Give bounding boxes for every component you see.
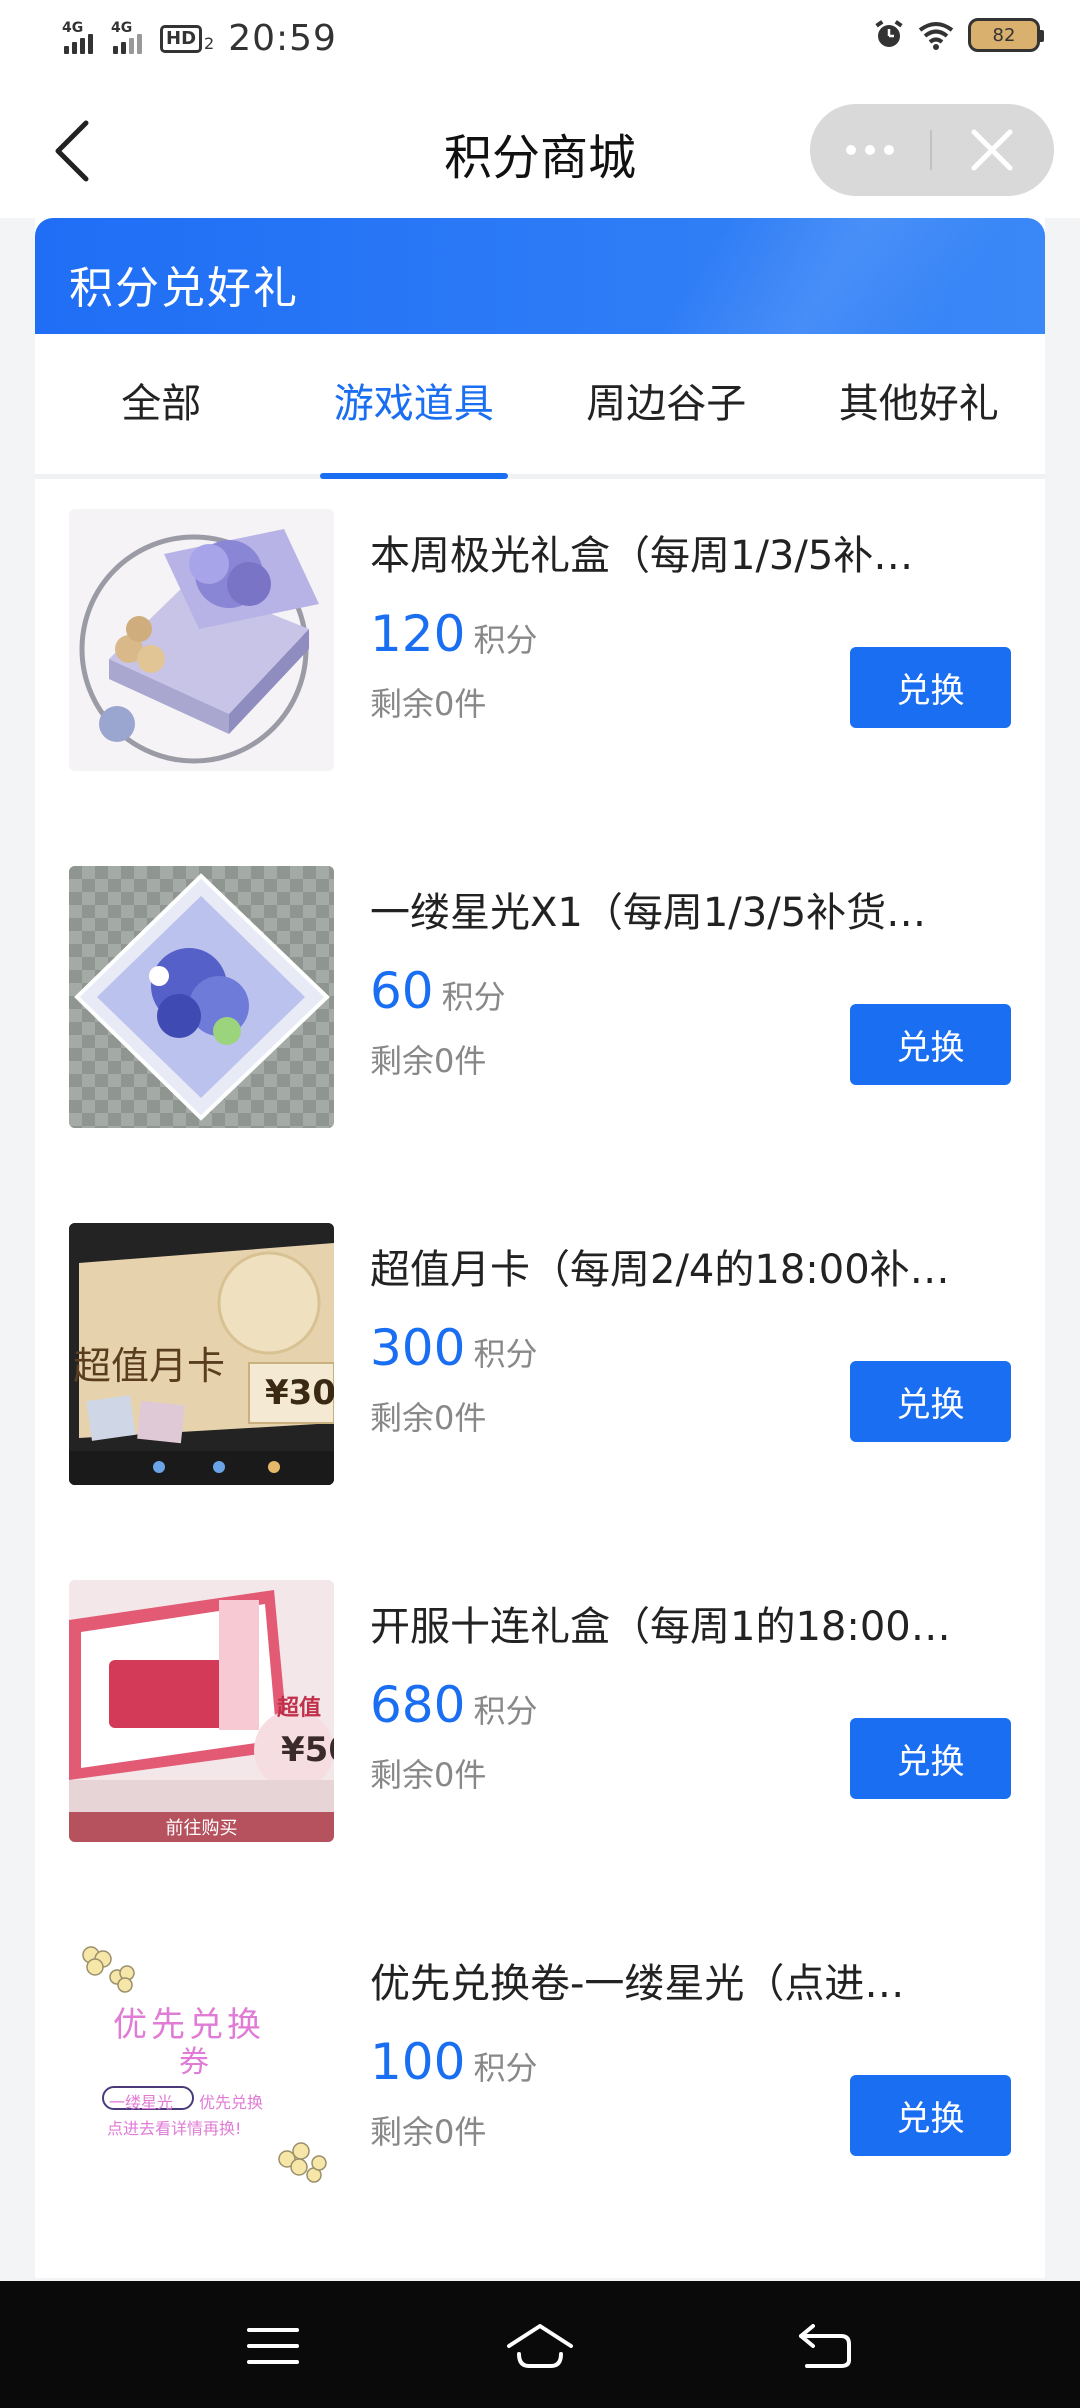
status-right: 82	[874, 18, 1044, 52]
product-image: 超值月卡 ¥30	[69, 1223, 334, 1485]
redeem-button[interactable]: 兑换	[850, 1004, 1011, 1085]
product-title: 超值月卡（每周2/4的18:00补…	[370, 1247, 950, 1293]
product-image	[69, 509, 334, 771]
status-bar: 4G 4G HD 2 20:59 82	[0, 0, 1080, 84]
battery-level: 82	[992, 24, 1016, 46]
close-icon	[971, 129, 1013, 171]
back-nav-button[interactable]	[790, 2311, 860, 2381]
product-title: 一缕星光X1（每周1/3/5补货…	[370, 890, 927, 936]
tab-label: 全部	[121, 381, 202, 427]
tab-all[interactable]: 全部	[35, 334, 288, 474]
voucher-line-1: 优先兑换	[199, 2093, 264, 2112]
tab-other-gifts[interactable]: 其他好礼	[793, 334, 1046, 474]
voucher-line-2: 点进去看详情再换!	[107, 2119, 242, 2138]
stock-text: 剩余0件	[370, 2113, 487, 2151]
signal-icon: 4G	[111, 20, 142, 54]
product-price: 100 积分	[370, 2033, 537, 2091]
tab-merch[interactable]: 周边谷子	[540, 334, 793, 474]
wifi-icon	[918, 22, 954, 50]
home-icon	[507, 2324, 573, 2368]
product-title: 本周极光礼盒（每周1/3/5补…	[370, 533, 914, 579]
monthly-card-label: 超值月卡	[73, 1344, 226, 1388]
price-value: 60	[370, 962, 434, 1020]
category-tabs: 全部 游戏道具 周边谷子 其他好礼	[35, 334, 1045, 479]
product-item[interactable]: 本周极光礼盒（每周1/3/5补… 120 积分 剩余0件 兑换	[35, 479, 1045, 836]
banner-title: 积分兑好礼	[69, 263, 299, 314]
tab-game-items[interactable]: 游戏道具	[288, 334, 541, 479]
gift-box-tag: 超值	[277, 1696, 322, 1721]
product-title: 开服十连礼盒（每周1的18:00…	[370, 1604, 951, 1650]
redeem-button[interactable]: 兑换	[850, 1361, 1011, 1442]
product-item[interactable]: 一缕星光X1（每周1/3/5补货… 60 积分 剩余0件 兑换	[35, 836, 1045, 1193]
price-unit: 积分	[441, 978, 506, 1016]
tab-label: 其他好礼	[838, 381, 999, 427]
product-item[interactable]: 超值月卡 ¥30 超值月卡（每周2/4的18:00补… 300 积分 剩余0件 …	[35, 1193, 1045, 1550]
price-value: 100	[370, 2033, 466, 2091]
clock: 20:59	[228, 18, 337, 59]
product-title: 优先兑换卷-一缕星光（点进…	[370, 1961, 905, 2007]
stock-text: 剩余0件	[370, 1399, 487, 1437]
signal-icon: 4G	[62, 20, 93, 54]
product-image: 超值 ¥50 前往购买	[69, 1580, 334, 1842]
price-value: 300	[370, 1319, 466, 1377]
more-button[interactable]	[810, 104, 930, 196]
system-nav-bar	[0, 2281, 1080, 2408]
status-left: 4G 4G HD 2 20:59	[62, 18, 337, 59]
app-header: 积分商城	[0, 84, 1080, 218]
product-price: 680 积分	[370, 1676, 537, 1734]
signal-label: 4G	[111, 19, 133, 36]
redeem-button[interactable]: 兑换	[850, 1718, 1011, 1799]
starlight-crystal-image	[69, 866, 334, 1128]
redeem-button[interactable]: 兑换	[850, 2075, 1011, 2156]
home-button[interactable]	[505, 2311, 575, 2381]
menu-icon	[247, 2328, 299, 2364]
hd-icon: HD	[160, 24, 203, 53]
back-nav-icon	[799, 2324, 851, 2368]
price-value: 120	[370, 605, 466, 663]
product-price: 60 积分	[370, 962, 506, 1020]
close-button[interactable]	[932, 104, 1052, 196]
voucher-tag: 一缕星光	[109, 2093, 174, 2112]
redeem-button[interactable]: 兑换	[850, 647, 1011, 728]
price-unit: 积分	[473, 621, 538, 659]
price-unit: 积分	[473, 1335, 538, 1373]
product-image: 优先兑换 券 一缕星光 优先兑换 点进去看详情再换!	[69, 1937, 334, 2199]
battery-icon: 82	[968, 18, 1044, 52]
price-unit: 积分	[473, 2049, 538, 2087]
product-image	[69, 866, 334, 1128]
product-item[interactable]: 优先兑换 券 一缕星光 优先兑换 点进去看详情再换! 优先兑换卷-一缕星光（点进…	[35, 1907, 1045, 2264]
stock-text: 剩余0件	[370, 685, 487, 723]
gift-box-price: ¥50	[281, 1730, 334, 1770]
more-dots-icon	[846, 145, 856, 155]
hd-sub: 2	[204, 34, 215, 53]
product-list: 本周极光礼盒（每周1/3/5补… 120 积分 剩余0件 兑换 一缕星光X1（每…	[35, 479, 1045, 2264]
product-item[interactable]: 超值 ¥50 前往购买 开服十连礼盒（每周1的18:00… 680 积分 剩余0…	[35, 1550, 1045, 1907]
mini-program-capsule	[810, 104, 1054, 196]
monthly-card-price: ¥30	[265, 1373, 334, 1413]
gift-box-image	[79, 529, 319, 764]
product-price: 120 积分	[370, 605, 537, 663]
tab-label: 周边谷子	[586, 381, 747, 427]
stock-text: 剩余0件	[370, 1042, 487, 1080]
alarm-icon	[875, 20, 903, 47]
gift-box-footer: 前往购买	[165, 1818, 238, 1839]
price-unit: 积分	[473, 1692, 538, 1730]
signal-label: 4G	[62, 19, 84, 36]
price-value: 680	[370, 1676, 466, 1734]
menu-button[interactable]	[238, 2311, 308, 2381]
voucher-title-2: 券	[179, 2045, 209, 2080]
points-mall-card: 积分兑好礼 全部 游戏道具 周边谷子 其他好礼 本周极光礼盒（每周1/3/5补……	[35, 218, 1045, 2278]
product-price: 300 积分	[370, 1319, 537, 1377]
stock-text: 剩余0件	[370, 1756, 487, 1794]
tab-label: 游戏道具	[333, 381, 494, 427]
card-banner: 积分兑好礼	[35, 218, 1045, 334]
